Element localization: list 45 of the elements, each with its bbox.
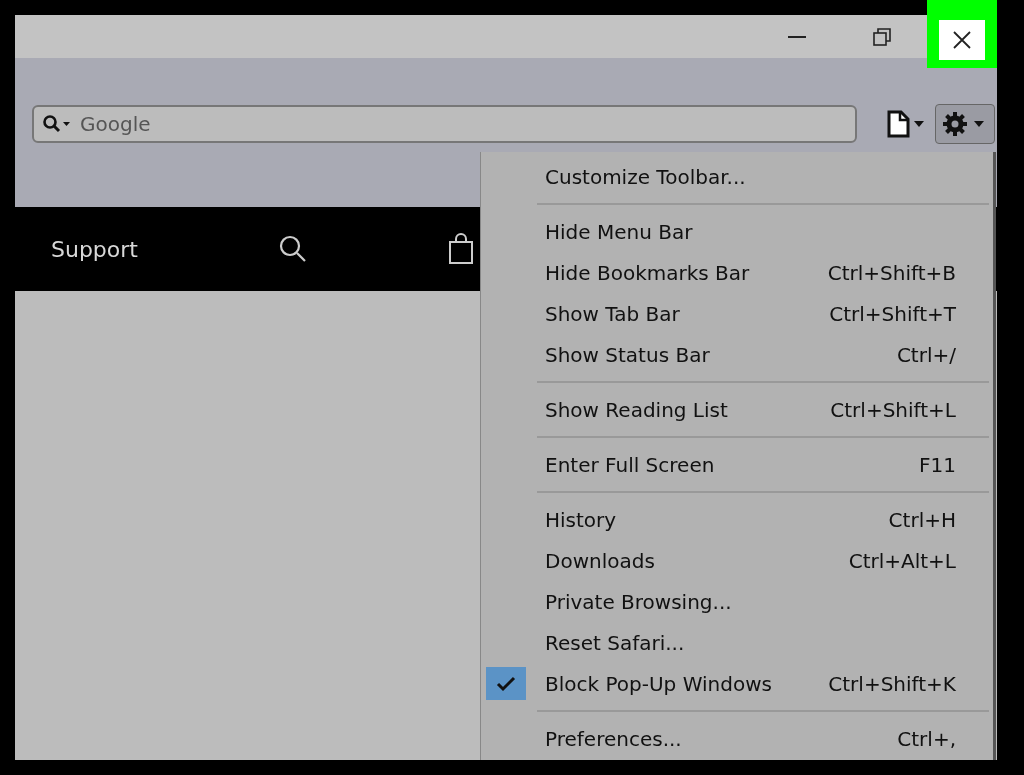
menu-item-label: Hide Menu Bar <box>545 218 694 246</box>
shortcut-label: Ctrl+Alt+L <box>848 547 956 575</box>
settings-menu-icon[interactable] <box>935 103 995 144</box>
menu-item[interactable]: History Ctrl+H <box>481 499 993 540</box>
menu-item-label: Block Pop-Up Windows <box>545 670 773 698</box>
shortcut-label: Ctrl+Shift+K <box>828 670 956 698</box>
menu-item[interactable]: Hide Bookmarks Bar Ctrl+Shift+B <box>481 252 993 293</box>
shortcut-label: Ctrl+Shift+L <box>830 396 956 424</box>
shopping-bag-icon[interactable] <box>447 233 474 265</box>
menu-item[interactable]: Preferences... Ctrl+, <box>481 718 993 759</box>
menu-item[interactable]: Reset Safari... <box>481 622 993 663</box>
shortcut-label: Ctrl+H <box>888 506 956 534</box>
menu-item[interactable]: Show Reading List Ctrl+Shift+L <box>481 389 993 430</box>
nav-link[interactable]: Support <box>51 232 138 266</box>
menu-item-label: History <box>545 506 618 534</box>
menu-item[interactable]: Downloads Ctrl+Alt+L <box>481 540 993 581</box>
close-icon <box>952 30 972 50</box>
search-icon[interactable] <box>277 234 308 264</box>
shortcut-label: Ctrl+, <box>897 725 956 753</box>
menu-item-label: Downloads <box>545 547 656 575</box>
menu-item[interactable]: Private Browsing... <box>481 581 993 622</box>
menu-item[interactable]: Hide Menu Bar <box>481 211 993 252</box>
menu-item[interactable]: Block Pop-Up Windows Ctrl+Shift+K <box>481 663 993 704</box>
menu-item[interactable]: Show Status Bar Ctrl+/ <box>481 334 993 375</box>
menu-item[interactable]: Enter Full Screen F11 <box>481 444 993 485</box>
menu-item-label: Show Tab Bar <box>545 300 681 328</box>
shortcut-label: Ctrl+Shift+T <box>829 300 956 328</box>
menu-item-label: Preferences... <box>545 725 683 753</box>
minimize-icon <box>788 35 806 38</box>
menu-item-label: Customize Toolbar... <box>545 163 747 191</box>
menu-item-label: Show Status Bar <box>545 341 711 369</box>
close-button[interactable] <box>939 20 985 60</box>
restore-icon <box>873 27 891 46</box>
menu-item-label: Reset Safari... <box>545 629 686 657</box>
menu-item-label: Enter Full Screen <box>545 451 716 479</box>
search-field[interactable]: Google <box>32 104 857 143</box>
menu-item-label: Hide Bookmarks Bar <box>545 259 751 287</box>
menu-item-label: Show Reading List <box>545 396 729 424</box>
menu-item[interactable]: Show Tab Bar Ctrl+Shift+T <box>481 293 993 334</box>
shortcut-label: Ctrl+/ <box>896 341 956 369</box>
shortcut-label: Ctrl+Shift+B <box>827 259 956 287</box>
menu-item-label: Private Browsing... <box>545 588 733 616</box>
shortcut-label: F11 <box>919 451 956 479</box>
search-icon <box>42 113 72 134</box>
menu-item[interactable]: Customize Toolbar... <box>481 156 993 197</box>
